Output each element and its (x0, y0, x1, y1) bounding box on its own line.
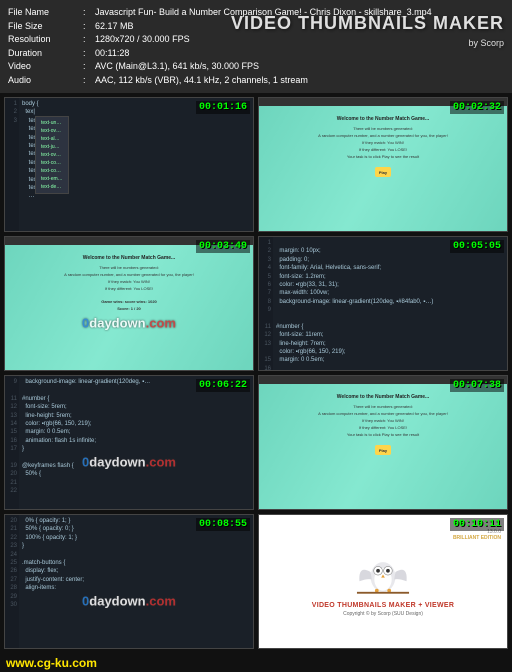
thumbnail-5[interactable]: 91112131415161719202122 background-image… (4, 375, 254, 510)
code-snippet: 0% { opacity: 1; } 50% { opacity: 0; } 1… (19, 515, 87, 648)
timestamp: 00:06:22 (196, 379, 250, 392)
owl-icon (352, 546, 414, 598)
thumbnail-3[interactable]: Welcome to the Number Match Game... Ther… (4, 236, 254, 371)
code-snippet: margin: 0 10px; padding: 0; font-family:… (273, 237, 436, 370)
autocomplete-dropdown: text-un…text-ov…text-al…text-ju…text-ov…… (35, 116, 69, 194)
audio-codec: AAC, 112 kb/s (VBR), 44.1 kHz, 2 channel… (95, 74, 504, 88)
thumbnail-1[interactable]: 123body { tex| text-un… text-ov… text-al… (4, 97, 254, 232)
watermark-icon: 0daydown.com (82, 594, 176, 609)
metadata-panel: File Name:Javascript Fun- Build a Number… (0, 0, 512, 93)
thumbnail-8[interactable]: 13.0.0BRILLIANT EDITION VIDEO THUMBNAILS… (258, 514, 508, 649)
timestamp: 00:10:11 (450, 518, 504, 531)
app-watermark: VIDEO THUMBNAILS MAKER by Scorp (231, 10, 504, 51)
copyright: Copyright © by Scorp (SUU Design) (343, 611, 423, 617)
timestamp: 00:01:16 (196, 101, 250, 114)
footer-url: www.cg-ku.com (6, 656, 97, 670)
video-codec: AVC (Main@L3.1), 641 kb/s, 30.000 FPS (95, 60, 504, 74)
watermark-icon: 0daydown.com (82, 455, 176, 470)
timestamp: 00:03:49 (196, 240, 250, 253)
thumbnail-4[interactable]: 1234567891112131516 margin: 0 10px; padd… (258, 236, 508, 371)
code-snippet: background-image: linear-gradient(120deg… (19, 376, 153, 509)
thumbnail-2[interactable]: Welcome to the Number Match Game... Ther… (258, 97, 508, 232)
app-title: VIDEO THUMBNAILS MAKER + VIEWER (312, 602, 455, 609)
play-button: Play (375, 167, 391, 177)
timestamp: 00:07:38 (450, 379, 504, 392)
play-button: Play (375, 445, 391, 455)
timestamp: 00:08:55 (196, 518, 250, 531)
timestamp: 00:02:32 (450, 101, 504, 114)
meta-label-name: File Name (8, 6, 83, 20)
thumbnail-grid: 123body { tex| text-un… text-ov… text-al… (0, 93, 512, 653)
thumbnail-7[interactable]: 2021222324252627282930 0% { opacity: 1; … (4, 514, 254, 649)
watermark-icon: 0daydown.com (82, 316, 176, 331)
thumbnail-6[interactable]: Welcome to the Number Match Game... Ther… (258, 375, 508, 510)
timestamp: 00:05:05 (450, 240, 504, 253)
